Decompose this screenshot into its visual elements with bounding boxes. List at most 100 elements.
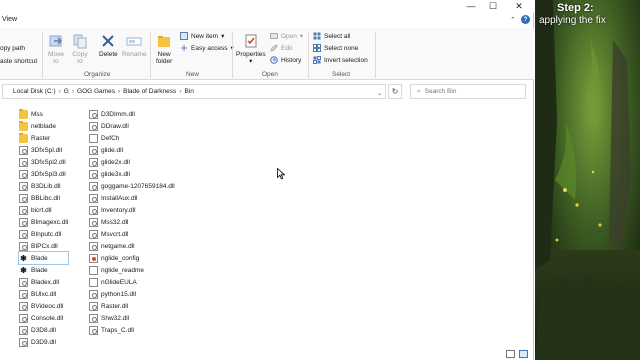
open-group-label: Open	[262, 71, 278, 78]
file-item[interactable]: python15.dll	[89, 288, 175, 300]
file-name: Bladex.dll	[31, 278, 60, 286]
chevron-down-icon: ▾	[299, 33, 304, 40]
folder-icon	[19, 132, 28, 143]
properties-button[interactable]: Properties ▾	[236, 33, 266, 65]
file-item[interactable]: BIPCx.dll	[19, 240, 68, 252]
refresh-button[interactable]: ↻	[388, 84, 402, 99]
file-item[interactable]: ✱ Blade	[19, 264, 68, 276]
file-item[interactable]: BImagexc.dll	[19, 216, 68, 228]
paste-shortcut-button[interactable]: aste shortcut	[0, 58, 37, 65]
file-item[interactable]: D3D9.dll	[19, 336, 68, 348]
dll-file-icon	[89, 181, 98, 191]
file-item[interactable]: Console.dll	[19, 312, 68, 324]
copy-to-label-2: to	[77, 58, 83, 65]
file-item[interactable]: Msvcrt.dll	[89, 228, 175, 240]
file-item[interactable]: D3D8.dll	[19, 324, 68, 336]
breadcrumb-g[interactable]: G	[64, 88, 69, 95]
ribbon-collapse-icon[interactable]: ⌃	[510, 16, 516, 24]
select-none-button[interactable]: Select none	[313, 44, 358, 52]
search-box[interactable]: ⌕	[410, 84, 526, 99]
file-item[interactable]: 3DfxSpl.dll	[19, 144, 68, 156]
select-all-button[interactable]: Select all	[313, 32, 350, 40]
dll-file-icon	[19, 301, 28, 311]
new-item-button[interactable]: New item ▾	[180, 32, 224, 40]
file-name: glide2x.dll	[101, 158, 130, 166]
ribbon-divider	[42, 32, 43, 78]
file-item[interactable]: Mss32.dll	[89, 216, 175, 228]
file-item[interactable]: nglide_config	[89, 252, 175, 264]
file-item[interactable]: glide2x.dll	[89, 156, 175, 168]
file-item[interactable]: Raster.dll	[89, 300, 175, 312]
file-item[interactable]: 3DfxSpl3.dll	[19, 168, 68, 180]
delete-button[interactable]: Delete	[99, 33, 118, 58]
copy-path-button[interactable]: opy path	[0, 45, 25, 52]
file-item[interactable]: DDraw.dll	[89, 120, 175, 132]
new-folder-button[interactable]: New folder	[156, 33, 172, 65]
file-item[interactable]: Traps_C.dll	[89, 324, 175, 336]
chevron-down-icon: ▾	[221, 33, 225, 40]
invert-selection-button[interactable]: Invert selection	[313, 56, 368, 64]
dll-file-icon	[19, 229, 28, 239]
help-icon[interactable]: ?	[521, 15, 530, 24]
minimize-button[interactable]: —	[460, 0, 482, 12]
file-item[interactable]: netgame.dll	[89, 240, 175, 252]
move-to-button[interactable]: Move to	[48, 33, 64, 65]
file-name: Blade	[31, 266, 48, 274]
copy-to-button[interactable]: Copy to	[72, 33, 88, 65]
file-item[interactable]: BVideoc.dll	[19, 300, 68, 312]
dll-file-icon	[89, 325, 98, 335]
easy-access-button[interactable]: Easy access ▾	[180, 44, 234, 52]
file-name: Shw32.dll	[101, 314, 130, 322]
chevron-down-icon: ▾	[249, 58, 253, 65]
file-item[interactable]: BBLibc.dll	[19, 192, 68, 204]
open-button[interactable]: Open ▾	[270, 32, 303, 40]
file-item[interactable]: ✱ Blade	[17, 251, 70, 265]
file-item[interactable]: Mss	[19, 108, 68, 120]
file-item[interactable]: nglide_readme	[89, 264, 175, 276]
rename-button[interactable]: Rename	[122, 33, 147, 58]
file-item[interactable]: bicrt.dll	[19, 204, 68, 216]
dll-file-icon	[19, 325, 28, 335]
file-item[interactable]: glide3x.dll	[89, 168, 175, 180]
file-name: BUlxc.dll	[31, 290, 57, 298]
details-view-icon[interactable]	[506, 350, 515, 358]
history-button[interactable]: History	[270, 56, 301, 64]
edit-button[interactable]: Edit	[270, 44, 292, 52]
dll-file-icon	[19, 169, 28, 179]
file-item[interactable]: 3DfxSpl2.dll	[19, 156, 68, 168]
file-item[interactable]: glide.dll	[89, 144, 175, 156]
file-item[interactable]: nGlideEULA	[89, 276, 175, 288]
file-item[interactable]: Shw32.dll	[89, 312, 175, 324]
file-item[interactable]: D3DImm.dll	[89, 108, 175, 120]
file-item[interactable]: goggame-1207659184.dll	[89, 180, 175, 192]
breadcrumb-gog-games[interactable]: GOG Games	[77, 88, 115, 95]
search-input[interactable]	[424, 88, 515, 95]
large-icons-view-icon[interactable]	[519, 350, 528, 358]
breadcrumb-local-disk[interactable]: Local Disk (C:)	[13, 88, 56, 95]
breadcrumb-blade-of-darkness[interactable]: Blade of Darkness	[123, 88, 176, 95]
move-to-label-2: to	[53, 58, 59, 65]
address-dropdown-icon[interactable]: ⌄	[377, 90, 382, 97]
breadcrumb-separator-icon: ›	[58, 88, 61, 95]
step-title: Step 2:	[557, 2, 594, 14]
file-name: 3DfxSpl2.dll	[31, 158, 66, 166]
dll-file-icon	[19, 205, 28, 215]
file-item[interactable]: DefCh	[89, 132, 175, 144]
file-item[interactable]: BInputc.dll	[19, 228, 68, 240]
file-item[interactable]: B3DLib.dll	[19, 180, 68, 192]
file-name: D3D9.dll	[31, 338, 56, 346]
file-item[interactable]: InstallAux.dll	[89, 192, 175, 204]
breadcrumb-bin[interactable]: Bin	[184, 88, 193, 95]
file-item[interactable]: netblade	[19, 120, 68, 132]
dll-file-icon	[89, 229, 98, 239]
file-item[interactable]: Raster	[19, 132, 68, 144]
close-button[interactable]: ✕	[508, 0, 530, 12]
maximize-button[interactable]: ☐	[482, 0, 504, 12]
file-item[interactable]: Bladex.dll	[19, 276, 68, 288]
tab-view[interactable]: View	[2, 16, 17, 23]
file-item[interactable]: Inventory.dll	[89, 204, 175, 216]
address-bar[interactable]: Local Disk (C:) › G › GOG Games › Blade …	[2, 84, 386, 99]
easy-access-label: Easy access	[191, 44, 228, 52]
file-item[interactable]: BUlxc.dll	[19, 288, 68, 300]
open-label: Open	[281, 32, 297, 40]
